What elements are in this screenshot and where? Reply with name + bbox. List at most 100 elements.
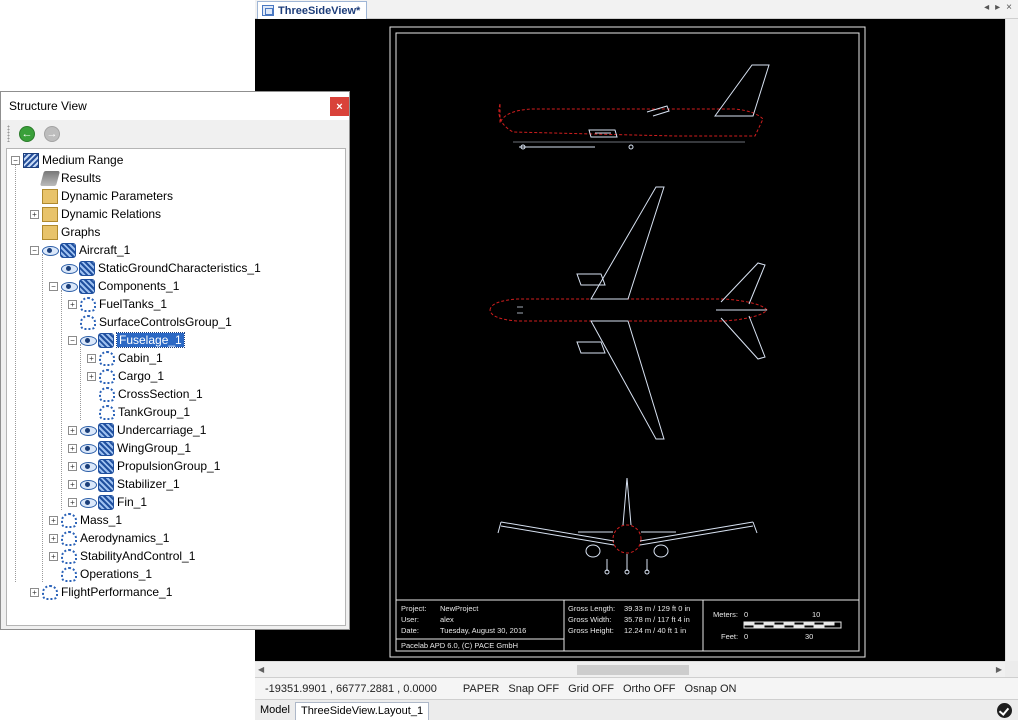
expand-icon[interactable]: + <box>68 461 77 471</box>
tree-node[interactable]: − Components_1 <box>49 277 179 295</box>
tree-node[interactable]: + Cargo_1 <box>87 367 164 385</box>
horizontal-scrollbar[interactable]: ◀ ▶ <box>255 661 1005 677</box>
tree-node[interactable]: TankGroup_1 <box>87 403 190 421</box>
tree-node[interactable]: + Aerodynamics_1 <box>49 529 169 547</box>
structure-view-panel: Structure View × ← → − Medium Range Result… <box>0 91 350 630</box>
visibility-eye-icon[interactable] <box>80 461 97 472</box>
drawing-viewport[interactable]: Project: NewProject User: alex Date: Tue… <box>255 19 1005 661</box>
tree-node[interactable]: − Aircraft_1 <box>30 241 130 259</box>
expand-icon[interactable]: + <box>68 479 77 489</box>
scroll-right-icon[interactable]: ▶ <box>996 665 1002 674</box>
tree-node[interactable]: + StabilityAndControl_1 <box>49 547 195 565</box>
tree-node[interactable]: CrossSection_1 <box>87 385 203 403</box>
forward-button[interactable]: → <box>44 125 60 142</box>
expand-icon[interactable]: + <box>87 353 96 363</box>
tree-node[interactable]: + FuelTanks_1 <box>68 295 167 313</box>
folder-icon <box>42 188 58 204</box>
expand-icon[interactable]: + <box>68 299 77 309</box>
scale-feet-max: 30 <box>805 632 813 641</box>
scroll-tabs-right-icon[interactable]: ▸ <box>995 2 1000 13</box>
status-bar: -19351.9901 , 66777.2881 , 0.0000 PAPER … <box>255 677 1018 699</box>
close-button[interactable]: × <box>330 97 349 116</box>
tree-node[interactable]: + Stabilizer_1 <box>68 475 180 493</box>
date-label: Date: <box>401 626 419 635</box>
scale-meters-max: 10 <box>812 610 820 619</box>
expand-icon[interactable]: + <box>68 497 77 507</box>
aircraft-top-view <box>489 186 768 440</box>
expand-icon[interactable]: + <box>49 533 58 543</box>
expand-icon[interactable]: + <box>30 209 39 219</box>
visibility-eye-icon[interactable] <box>80 479 97 490</box>
tree-node[interactable]: Graphs <box>30 223 100 241</box>
tab-layout[interactable]: ThreeSideView.Layout_1 <box>294 702 430 720</box>
expand-icon[interactable]: + <box>68 443 77 453</box>
expand-icon[interactable]: + <box>49 551 58 561</box>
tree-node[interactable]: + PropulsionGroup_1 <box>68 457 220 475</box>
visibility-eye-icon[interactable] <box>61 263 78 274</box>
collapse-icon[interactable]: − <box>30 245 39 255</box>
expand-icon[interactable]: + <box>30 587 39 597</box>
ortho-toggle[interactable]: Ortho OFF <box>623 683 676 695</box>
tree-node[interactable]: + Fin_1 <box>68 493 147 511</box>
folder-icon <box>42 206 58 222</box>
tree-node-label: Aerodynamics_1 <box>80 531 170 545</box>
tree-node[interactable]: + Cabin_1 <box>87 349 163 367</box>
expand-icon[interactable]: + <box>68 425 77 435</box>
part-icon <box>80 314 96 330</box>
grid-toggle[interactable]: Grid OFF <box>568 683 614 695</box>
visibility-eye-icon[interactable] <box>61 281 78 292</box>
date-value: Tuesday, August 30, 2016 <box>440 626 526 635</box>
vertical-scrollbar[interactable] <box>1005 19 1018 661</box>
scroll-tabs-left-icon[interactable]: ◂ <box>984 2 989 13</box>
part-icon <box>61 548 77 564</box>
toolbar-grip-icon <box>7 125 10 142</box>
expand-icon[interactable]: + <box>87 371 96 381</box>
back-button[interactable]: ← <box>19 125 35 142</box>
tree-node-label: WingGroup_1 <box>117 441 192 455</box>
tab-model[interactable]: Model <box>255 702 295 720</box>
scale-feet-label: Feet: <box>721 632 738 641</box>
expand-icon[interactable]: + <box>49 515 58 525</box>
check-circle-icon[interactable] <box>997 703 1012 718</box>
folder-icon <box>42 224 58 240</box>
aircraft-side-view <box>498 64 770 150</box>
tree-node[interactable]: − Fuselage_1 <box>68 331 185 349</box>
tree-node[interactable]: SurfaceControlsGroup_1 <box>68 313 232 331</box>
visibility-eye-icon[interactable] <box>80 443 97 454</box>
gross-width-label: Gross Width: <box>568 615 611 624</box>
tree-node[interactable]: Dynamic Parameters <box>30 187 173 205</box>
structure-tree[interactable]: − Medium Range Results Dynamic Parameters + D… <box>6 148 346 626</box>
tree-node[interactable]: Operations_1 <box>49 565 152 583</box>
tree-node[interactable]: − Medium Range <box>11 151 123 169</box>
horizontal-scroll-thumb[interactable] <box>577 665 689 675</box>
tree-node[interactable]: + WingGroup_1 <box>68 439 191 457</box>
tree-node-label: Cabin_1 <box>118 351 163 365</box>
part-icon <box>99 350 115 366</box>
snap-toggle[interactable]: Snap OFF <box>508 683 559 695</box>
collapse-icon[interactable]: − <box>68 335 77 345</box>
part-icon <box>99 386 115 402</box>
tree-node[interactable]: + FlightPerformance_1 <box>30 583 172 601</box>
visibility-eye-icon[interactable] <box>80 425 97 436</box>
tree-node-label: StaticGroundCharacteristics_1 <box>98 261 261 275</box>
structure-view-titlebar: Structure View × <box>1 92 349 120</box>
osnap-toggle[interactable]: Osnap ON <box>685 683 737 695</box>
visibility-eye-icon[interactable] <box>80 497 97 508</box>
scroll-left-icon[interactable]: ◀ <box>258 665 264 674</box>
tree-node[interactable]: + Mass_1 <box>49 511 122 529</box>
tree-node[interactable]: StaticGroundCharacteristics_1 <box>49 259 261 277</box>
collapse-icon[interactable]: − <box>49 281 58 291</box>
tree-node[interactable]: + Undercarriage_1 <box>68 421 206 439</box>
document-tab[interactable]: ThreeSideView* <box>257 1 368 19</box>
tree-node-label: Medium Range <box>42 153 124 167</box>
visibility-eye-icon[interactable] <box>42 245 59 256</box>
root-icon <box>23 152 39 168</box>
tree-node[interactable]: Results <box>30 169 101 187</box>
part-icon <box>99 368 115 384</box>
collapse-icon[interactable]: − <box>11 155 20 165</box>
close-document-icon[interactable]: × <box>1006 2 1012 13</box>
tree-node[interactable]: + Dynamic Relations <box>30 205 161 223</box>
tree-node-label: PropulsionGroup_1 <box>117 459 221 473</box>
paper-toggle[interactable]: PAPER <box>463 683 499 695</box>
visibility-eye-icon[interactable] <box>80 335 97 346</box>
